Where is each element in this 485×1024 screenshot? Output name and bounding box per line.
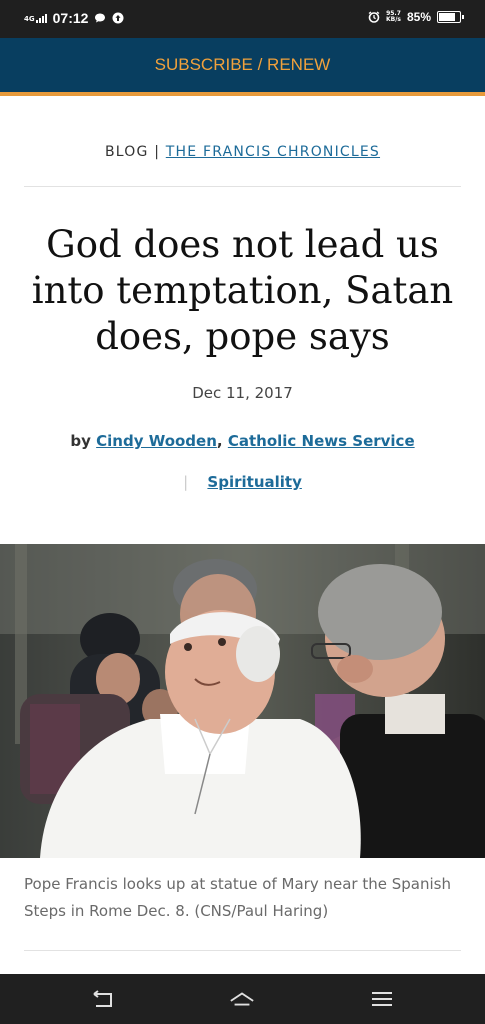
battery-percent: 85% <box>406 10 431 24</box>
home-button[interactable] <box>229 986 255 1012</box>
alarm-icon <box>368 11 380 23</box>
network-speed: 95.7 KB/s <box>386 11 401 23</box>
upload-notification-icon <box>112 12 124 24</box>
breadcrumb-section: BLOG <box>104 144 149 160</box>
status-right: 95.7 KB/s 85% <box>368 10 464 24</box>
clock: 07:12 <box>52 10 89 26</box>
byline-comma: , <box>216 432 223 450</box>
back-icon <box>93 990 112 1007</box>
byline-prefix: by <box>70 432 91 450</box>
speed-unit: KB/s <box>385 16 401 23</box>
battery-icon <box>437 11 464 23</box>
category-row: | Spirituality <box>0 473 485 491</box>
category-link[interactable]: Spirituality <box>207 473 301 491</box>
chat-notification-icon <box>95 13 106 23</box>
status-left: 4G 07:12 <box>24 10 124 26</box>
header-divider <box>24 186 461 187</box>
caption-divider <box>24 950 461 951</box>
breadcrumb-column-link[interactable]: THE FRANCIS CHRONICLES <box>166 144 380 160</box>
breadcrumb: BLOG | THE FRANCIS CHRONICLES <box>0 144 485 160</box>
menu-button[interactable] <box>369 986 395 1012</box>
header-accent-rule <box>0 92 485 96</box>
subscribe-banner[interactable]: SUBSCRIBE / RENEW <box>0 38 485 92</box>
photo-caption: Pope Francis looks up at statue of Mary … <box>24 875 451 920</box>
system-nav-bar <box>0 974 485 1024</box>
signal-icon <box>35 13 47 23</box>
article-photo[interactable] <box>0 544 485 858</box>
article-title: God does not lead us into temptation, Sa… <box>31 223 454 358</box>
photo-illustration <box>0 544 485 858</box>
network-indicator: 4G <box>24 13 47 23</box>
category-separator: | <box>183 473 189 491</box>
byline: by Cindy Wooden, Catholic News Service <box>0 432 485 450</box>
battery-level <box>439 13 455 21</box>
home-icon <box>230 992 254 1006</box>
author-link[interactable]: Cindy Wooden <box>96 432 217 450</box>
status-bar: 4G 07:12 95.7 KB/s 85% <box>0 0 485 38</box>
menu-icon <box>372 992 392 1006</box>
breadcrumb-separator: | <box>154 144 161 160</box>
publisher-link[interactable]: Catholic News Service <box>228 432 415 450</box>
subscribe-renew-link[interactable]: SUBSCRIBE / RENEW <box>155 55 331 75</box>
article-date: Dec 11, 2017 <box>192 384 293 402</box>
back-button[interactable] <box>90 986 116 1012</box>
network-type: 4G <box>24 14 35 23</box>
